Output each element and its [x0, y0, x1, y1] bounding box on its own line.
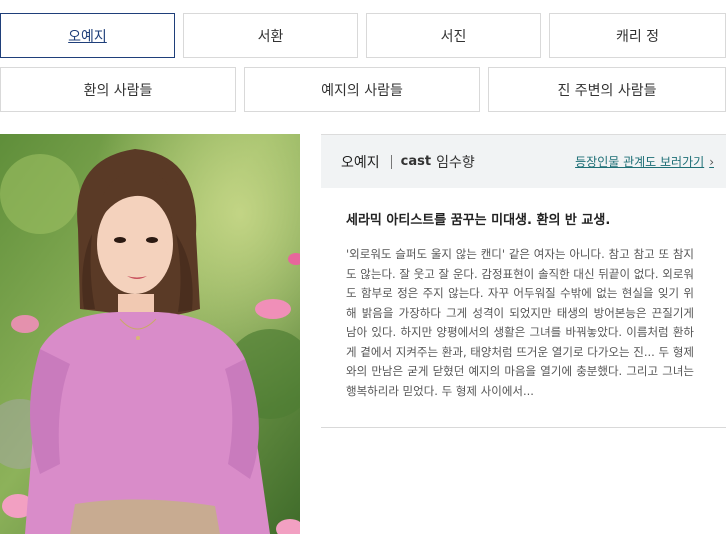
cast-label: cast — [400, 154, 432, 169]
tab-seohwan[interactable]: 서환 — [183, 13, 358, 58]
character-headline: 세라믹 아티스트를 꿈꾸는 미대생. 환의 반 교생. — [346, 213, 611, 228]
relationship-chart-link[interactable]: 등장인물 관계도 보러가기 › — [575, 153, 714, 170]
chevron-right-icon: › — [709, 154, 714, 169]
tab-carrie-jung[interactable]: 캐리 정 — [549, 13, 726, 58]
relationship-link-label: 등장인물 관계도 보러가기 — [575, 155, 705, 169]
divider — [390, 154, 392, 169]
tab-yeji-people[interactable]: 예지의 사람들 — [244, 67, 480, 112]
profile-header: 오예지 cast 임수향 등장인물 관계도 보러가기 › — [321, 134, 726, 188]
cast-name: 임수향 — [436, 154, 475, 171]
character-photo — [0, 134, 300, 534]
character-name: 오예지 — [341, 154, 380, 171]
tab-hwan-people[interactable]: 환의 사람들 — [0, 67, 236, 112]
tab-seojin[interactable]: 서진 — [366, 13, 541, 58]
character-description: '외로워도 슬퍼도 울지 않는 캔디' 같은 여자는 아니다. 참고 참고 또 … — [346, 247, 694, 398]
divider — [321, 427, 726, 428]
tab-jin-people[interactable]: 진 주변의 사람들 — [488, 67, 726, 112]
tab-oyeji[interactable]: 오예지 — [0, 13, 175, 58]
